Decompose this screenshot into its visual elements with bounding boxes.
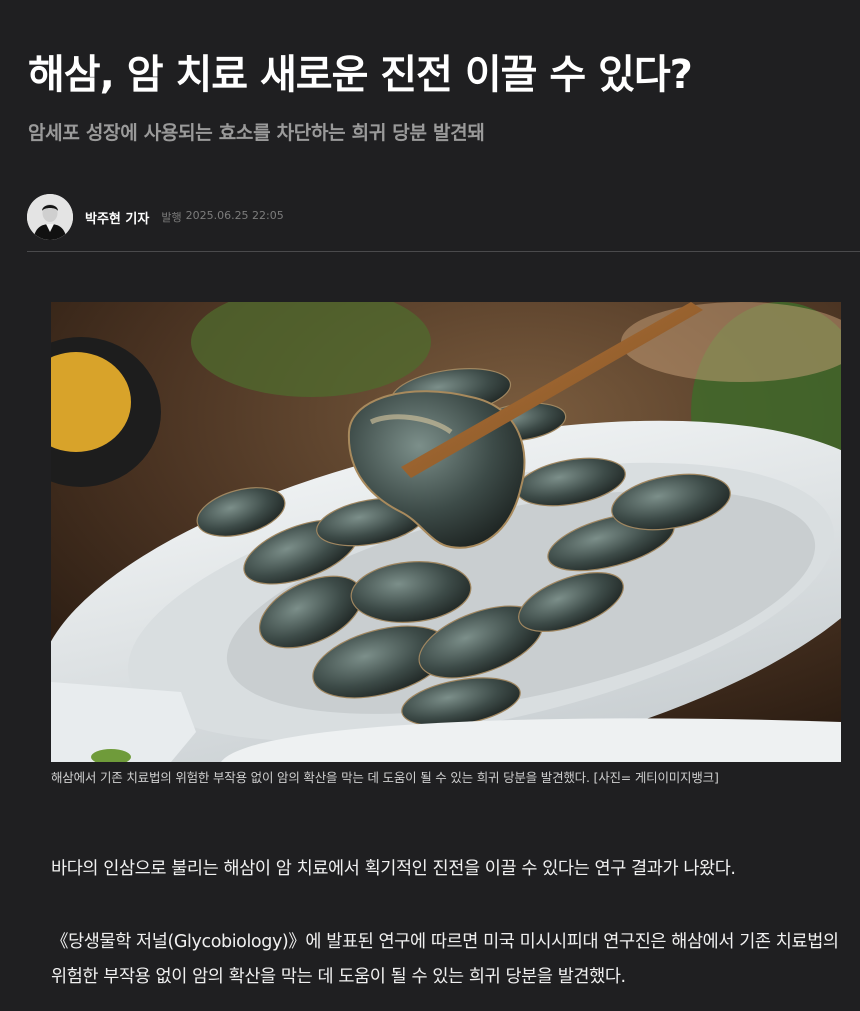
publish-label: 발행 xyxy=(161,211,182,224)
avatar-portrait-icon xyxy=(27,194,73,240)
article-paragraph: 《당생물학 저널(Glycobiology)》에 발표된 연구에 따르면 미국 … xyxy=(51,932,839,987)
header-divider xyxy=(27,251,860,252)
byline: 박주현 기자 발행 2025.06.25 22:05 xyxy=(27,193,284,241)
sea-cucumber-dish-image xyxy=(51,302,841,762)
reporter-avatar[interactable] xyxy=(27,194,73,240)
article-photo[interactable] xyxy=(51,302,841,762)
article-headline: 해삼, 암 치료 새로운 진전 이끌 수 있다? xyxy=(28,52,693,98)
article-paragraph: 바다의 인삼으로 불리는 해삼이 암 치료에서 획기적인 진전을 이끌 수 있다… xyxy=(51,859,736,879)
reporter-name[interactable]: 박주현 기자 xyxy=(85,208,149,227)
article-subheadline: 암세포 성장에 사용되는 효소를 차단하는 희귀 당분 발견돼 xyxy=(28,122,485,144)
article-page: 해삼, 암 치료 새로운 진전 이끌 수 있다? 암세포 성장에 사용되는 효소… xyxy=(0,0,860,1011)
image-caption: 해삼에서 기존 치료법의 위험한 부작용 없이 암의 확산을 막는 데 도움이 … xyxy=(51,770,719,785)
publish-time: 2025.06.25 22:05 xyxy=(185,209,284,222)
publish-info: 발행 2025.06.25 22:05 xyxy=(161,209,283,225)
